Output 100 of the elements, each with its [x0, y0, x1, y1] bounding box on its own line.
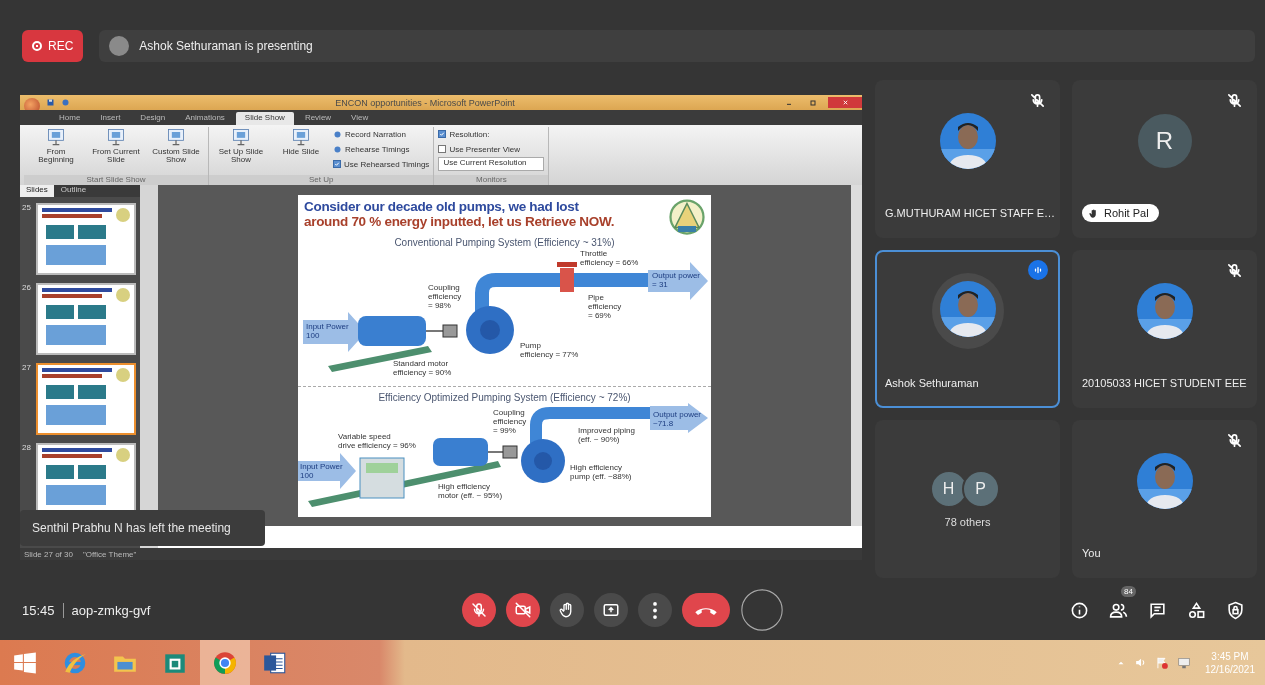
flag-icon [1154, 655, 1169, 670]
ribbon-checkbox[interactable]: Use Presenter View [438, 142, 545, 156]
group-label: Set Up [209, 175, 434, 185]
slide-number: 27 [22, 363, 32, 374]
slide-title: Consider our decade old pumps, we had lost [304, 198, 580, 214]
info-button[interactable] [1070, 600, 1089, 620]
participant-tile[interactable]: Ashok Sethuraman [875, 250, 1060, 408]
panel-tab[interactable]: Slides [20, 185, 54, 197]
mic-off-icon [1226, 432, 1243, 449]
ribbon-button[interactable]: Custom Slide Show [148, 127, 204, 171]
ribbon-tab[interactable]: Animations [176, 112, 234, 125]
participant-tile[interactable]: 20105033 HICET STUDENT EEE [1072, 250, 1257, 408]
slide-thumbnail[interactable] [36, 363, 136, 435]
hand-button[interactable] [550, 593, 584, 627]
diagram-label: Throttle efficiency = 66% [580, 248, 639, 267]
windows-logo-icon [12, 649, 38, 676]
panel-tab[interactable]: Outline [54, 185, 93, 197]
diagram-label: Coupling efficiency = 99% [493, 407, 527, 435]
ribbon-tab[interactable]: View [342, 112, 378, 125]
ribbon-tab[interactable]: Design [131, 112, 175, 125]
round-button[interactable] [740, 588, 784, 632]
meeting-time: 15:45 [22, 602, 55, 618]
ribbon-tab[interactable]: Insert [91, 112, 130, 125]
participant-tile[interactable]: H P 78 others [875, 420, 1060, 578]
ribbon-button[interactable]: From Current Slide [88, 127, 144, 171]
save-icon [46, 98, 55, 107]
slide-thumbnail[interactable] [36, 283, 136, 355]
recording-button[interactable]: REC [22, 30, 84, 62]
status-text: "Office Theme" [82, 549, 137, 559]
shapes-icon [1187, 600, 1206, 620]
phone-button[interactable] [682, 593, 730, 627]
ribbon-button[interactable]: Rehearse Timings [333, 142, 430, 156]
diagram-label: Standard motor efficiency = 90% [393, 358, 452, 377]
slideshow-icon [291, 127, 311, 147]
check-icon [334, 161, 340, 167]
ribbon-tab[interactable]: Home [50, 112, 90, 125]
close-icon [841, 99, 849, 106]
diagram-label: Output power = 31 [652, 270, 701, 289]
participant-tile[interactable]: R Rohit Pal [1072, 80, 1257, 238]
ribbon-tab[interactable]: Review [295, 112, 341, 125]
count-badge: 84 [1121, 585, 1136, 597]
ribbon-button[interactable]: Set Up Slide Show [213, 127, 269, 171]
group-label: Start Slide Show [24, 175, 208, 185]
diagram-label: Input Power 100 [306, 321, 349, 340]
slideshow-icon [106, 127, 126, 147]
ribbon-checkbox[interactable]: Resolution: [438, 127, 545, 141]
chat-icon [1148, 600, 1167, 620]
mic-off-icon [1226, 262, 1243, 279]
shield-lock-button[interactable] [1226, 600, 1245, 620]
ribbon-button[interactable]: Hide Slide [273, 127, 329, 171]
participant-name: Ashok Sethuraman [885, 377, 979, 389]
logo-icon [669, 198, 705, 235]
chat-button[interactable] [1148, 600, 1167, 620]
diagram-label: Improved piping (eff. ~ 90%) [578, 425, 635, 444]
diagram-label: Input Power 100 [300, 461, 343, 480]
slide-thumbnail[interactable] [36, 203, 136, 275]
shapes-button[interactable] [1187, 600, 1206, 620]
avatar-initial: P [961, 470, 1000, 508]
slide-title: around 70 % energy inputted, let us Retrieve NOW. [304, 213, 616, 229]
diagram-label: Pump efficiency = 77% [520, 340, 579, 359]
mic-off-button[interactable] [462, 593, 496, 627]
meeting-code: aop-zmkg-gvf [62, 602, 151, 618]
notification-toast: Senthil Prabhu N has left the meeting [20, 510, 265, 546]
slideshow-icon [46, 127, 66, 147]
participant-name: You [1082, 547, 1101, 559]
speaker-icon [1133, 656, 1147, 669]
checkbox[interactable] [438, 145, 447, 153]
check-icon [439, 131, 446, 137]
slide-number: 26 [22, 283, 32, 294]
mic-off-icon [1226, 92, 1243, 109]
ribbon-button[interactable]: From Beginning [28, 127, 84, 171]
checkbox[interactable] [333, 160, 341, 168]
participant-tile[interactable]: You [1072, 420, 1257, 578]
diagram-label: High efficiency pump (eff. ~88%) [570, 462, 632, 481]
present-screen-button[interactable] [594, 593, 628, 627]
section-heading: Efficiency Optimized Pumping System (Efficiency ~ 72%) [377, 391, 632, 403]
slideshow-icon [231, 127, 251, 147]
shield-lock-icon [1226, 600, 1245, 620]
avatar-icon [109, 36, 130, 56]
status-text: Slide 27 of 30 [24, 549, 73, 559]
clock-date: 12/16/2021 [1204, 662, 1255, 676]
diagram-label: Output power ~71.8 [653, 409, 702, 428]
ribbon-button[interactable]: Record Narration [333, 127, 430, 141]
participant-tile[interactable]: G.MUTHURAM HICET STAFF E… [875, 80, 1060, 238]
phone-icon [695, 605, 717, 615]
mic-off-icon [1029, 92, 1046, 109]
camera-off-button[interactable] [506, 593, 540, 627]
participant-name: G.MUTHURAM HICET STAFF E… [885, 207, 1056, 219]
ribbon-checkbox[interactable]: Use Rehearsed Timings [333, 157, 430, 171]
scrollbar[interactable] [851, 185, 862, 526]
ribbon-tab[interactable]: Slide Show [235, 112, 294, 125]
avatar-initial: R [1137, 114, 1192, 168]
circle-outline-icon [740, 588, 784, 632]
clock-time: 3:45 PM [1211, 649, 1249, 663]
resolution-dropdown[interactable]: Use Current Resolution [438, 157, 545, 171]
more-button[interactable] [638, 593, 672, 627]
presenting-text: Ashok Sethuraman is presenting [139, 39, 313, 53]
participant-name: Rohit Pal [1104, 207, 1149, 219]
checkbox[interactable] [438, 130, 447, 138]
section-heading: Conventional Pumping System (Efficiency ~ 31%) [393, 236, 616, 248]
